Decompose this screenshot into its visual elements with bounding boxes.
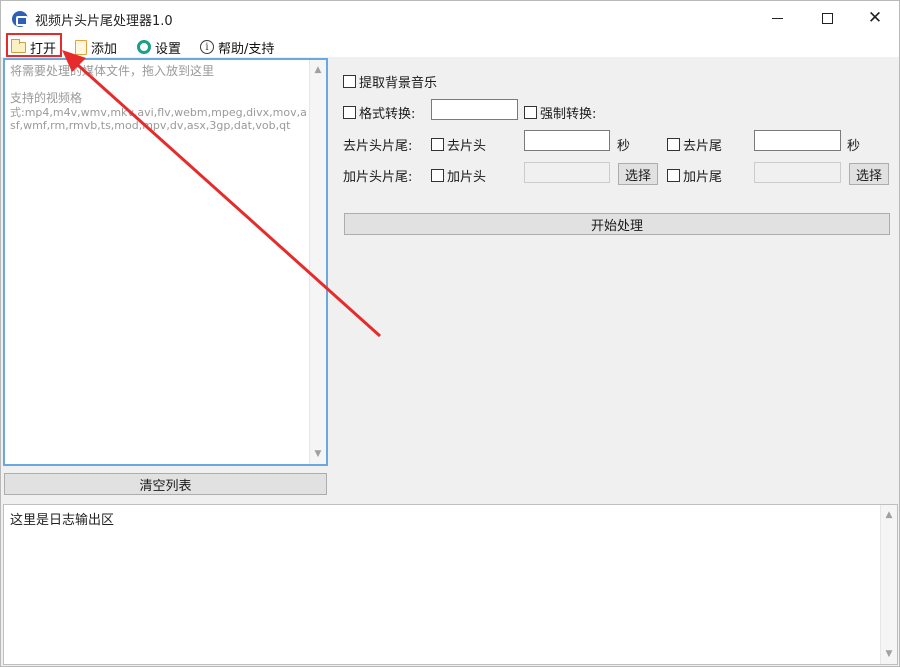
maximize-icon [821, 12, 833, 24]
remove-head-seconds-input[interactable] [524, 130, 610, 151]
add-head-label: 加片头 [447, 170, 487, 185]
add-head-option[interactable]: 加片头 [431, 166, 486, 185]
remove-tail-option[interactable]: 去片尾 [667, 135, 722, 154]
close-button[interactable]: ✕ [850, 1, 900, 35]
format-convert-label: 格式转换: [359, 107, 416, 122]
add-tail-label: 加片尾 [683, 170, 723, 185]
file-add-icon [75, 39, 87, 55]
format-input[interactable] [431, 99, 518, 120]
add-head-checkbox[interactable] [431, 169, 444, 182]
remove-tail-label: 去片尾 [683, 139, 723, 154]
supported-formats-list: 式:mp4,m4v,wmv,mkv,avi,flv,webm,mpeg,divx… [10, 106, 307, 132]
file-list-scrollbar[interactable]: ▲ ▼ [309, 60, 326, 464]
scroll-down-icon[interactable]: ▼ [310, 446, 326, 462]
window-title: 视频片头片尾处理器1.0 [35, 14, 173, 29]
menu-add[interactable]: 添加 [75, 37, 117, 57]
app-logo-icon [12, 11, 28, 27]
format-convert-checkbox[interactable] [343, 106, 356, 119]
minimize-icon [771, 17, 783, 19]
add-tail-checkbox[interactable] [667, 169, 680, 182]
remove-tail-seconds-input[interactable] [754, 130, 841, 151]
extract-bgm-label: 提取背景音乐 [359, 76, 438, 91]
open-highlight-box [6, 33, 62, 57]
force-convert-option[interactable]: 强制转换: [524, 103, 596, 122]
log-scroll-down-icon[interactable]: ▼ [881, 646, 897, 662]
remove-head-tail-label: 去片头片尾: [343, 139, 413, 154]
remove-tail-checkbox[interactable] [667, 138, 680, 151]
file-drop-list[interactable]: 将需要处理的媒体文件，拖入放到这里 支持的视频格 式:mp4,m4v,wmv,m… [3, 58, 328, 466]
menu-help[interactable]: i 帮助/支持 [200, 37, 274, 57]
remove-head-checkbox[interactable] [431, 138, 444, 151]
menu-settings[interactable]: 设置 [137, 37, 181, 57]
extract-bgm-option[interactable]: 提取背景音乐 [343, 72, 437, 91]
log-output[interactable]: 这里是日志输出区 ▲ ▼ [3, 504, 898, 665]
log-scrollbar[interactable]: ▲ ▼ [880, 505, 897, 664]
add-head-path-input[interactable] [524, 162, 610, 183]
force-convert-label: 强制转换: [540, 107, 597, 122]
seconds-unit-label-2: 秒 [847, 139, 861, 154]
maximize-button[interactable] [802, 1, 852, 35]
info-icon: i [200, 40, 214, 54]
drop-hint: 将需要处理的媒体文件，拖入放到这里 支持的视频格 式:mp4,m4v,wmv,m… [10, 64, 308, 132]
gear-icon [137, 40, 151, 54]
format-convert-option[interactable]: 格式转换: [343, 103, 415, 122]
add-head-tail-label: 加片头片尾: [343, 170, 413, 185]
extract-bgm-checkbox[interactable] [343, 75, 356, 88]
title-bar: 视频片头片尾处理器1.0 ✕ [1, 1, 899, 35]
minimize-button[interactable] [752, 1, 802, 35]
close-icon: ✕ [867, 7, 883, 28]
force-convert-checkbox[interactable] [524, 106, 537, 119]
supported-formats-title: 支持的视频格 [10, 91, 83, 105]
add-tail-path-input[interactable] [754, 162, 841, 183]
remove-tail-seconds-unit: 秒 [847, 135, 860, 154]
remove-head-label: 去片头 [447, 139, 487, 154]
remove-head-seconds-unit: 秒 [617, 135, 630, 154]
log-scroll-up-icon[interactable]: ▲ [881, 507, 897, 523]
menu-settings-label: 设置 [155, 41, 182, 57]
log-text: 这里是日志输出区 [10, 513, 115, 528]
seconds-unit-label: 秒 [617, 139, 631, 154]
menu-help-label: 帮助/支持 [218, 41, 275, 57]
menu-bar: 打开 添加 设置 i 帮助/支持 [1, 35, 899, 57]
remove-head-tail-row: 去片头片尾: [343, 135, 412, 154]
add-tail-option[interactable]: 加片尾 [667, 166, 722, 185]
add-head-tail-row: 加片头片尾: [343, 166, 412, 185]
start-process-button[interactable]: 开始处理 [344, 213, 890, 235]
scroll-up-icon[interactable]: ▲ [310, 62, 326, 78]
remove-head-option[interactable]: 去片头 [431, 135, 486, 154]
drop-hint-text: 将需要处理的媒体文件，拖入放到这里 [10, 64, 215, 78]
add-tail-select-button[interactable]: 选择 [849, 163, 889, 185]
clear-list-button[interactable]: 清空列表 [4, 473, 327, 495]
menu-add-label: 添加 [91, 41, 118, 57]
add-head-select-button[interactable]: 选择 [618, 163, 658, 185]
app-window: 视频片头片尾处理器1.0 ✕ 打开 添加 设置 i 帮助/支持 将需要处理的媒体… [0, 0, 900, 667]
